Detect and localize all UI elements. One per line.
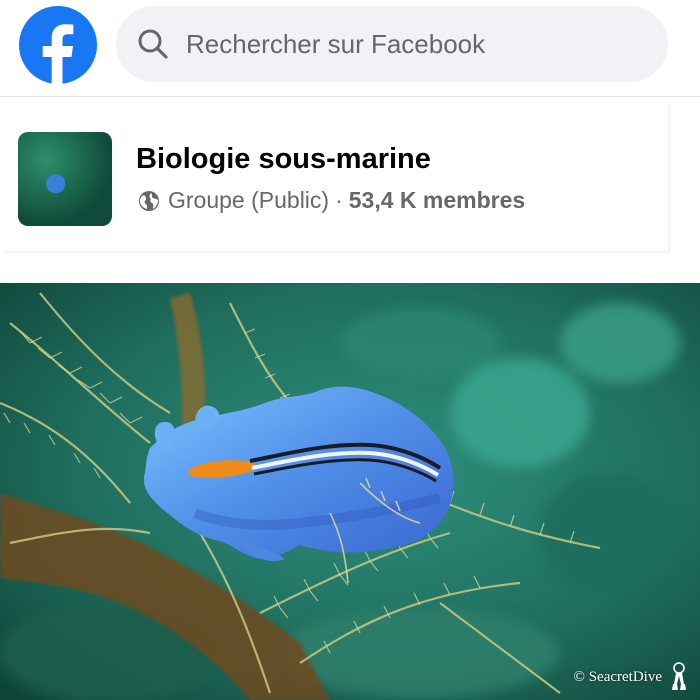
nudibranch-photo-image xyxy=(0,283,700,700)
group-card: Biologie sous-marine Groupe (Public) · 5… xyxy=(0,97,700,267)
meta-separator: · xyxy=(335,187,343,213)
group-meta: Groupe (Public) · 53,4 K membres xyxy=(138,187,525,214)
group-card-panel[interactable]: Biologie sous-marine Groupe (Public) · 5… xyxy=(2,101,668,251)
search-input[interactable] xyxy=(186,28,616,60)
group-thumbnail[interactable] xyxy=(18,132,112,226)
post-photo[interactable]: © SeacretDive xyxy=(0,283,700,700)
member-count: 53,4 K membres xyxy=(348,187,526,213)
top-bar xyxy=(0,0,700,97)
watermark-text: © SeacretDive xyxy=(573,668,662,685)
group-privacy: Groupe (Public) xyxy=(168,187,330,213)
diver-logo-icon xyxy=(672,662,686,690)
globe-icon xyxy=(139,190,159,211)
search-bar[interactable] xyxy=(116,6,668,82)
facebook-logo-icon[interactable] xyxy=(18,5,98,85)
search-icon xyxy=(138,29,168,59)
group-name[interactable]: Biologie sous-marine xyxy=(136,143,431,176)
photo-watermark: © SeacretDive xyxy=(574,662,690,692)
